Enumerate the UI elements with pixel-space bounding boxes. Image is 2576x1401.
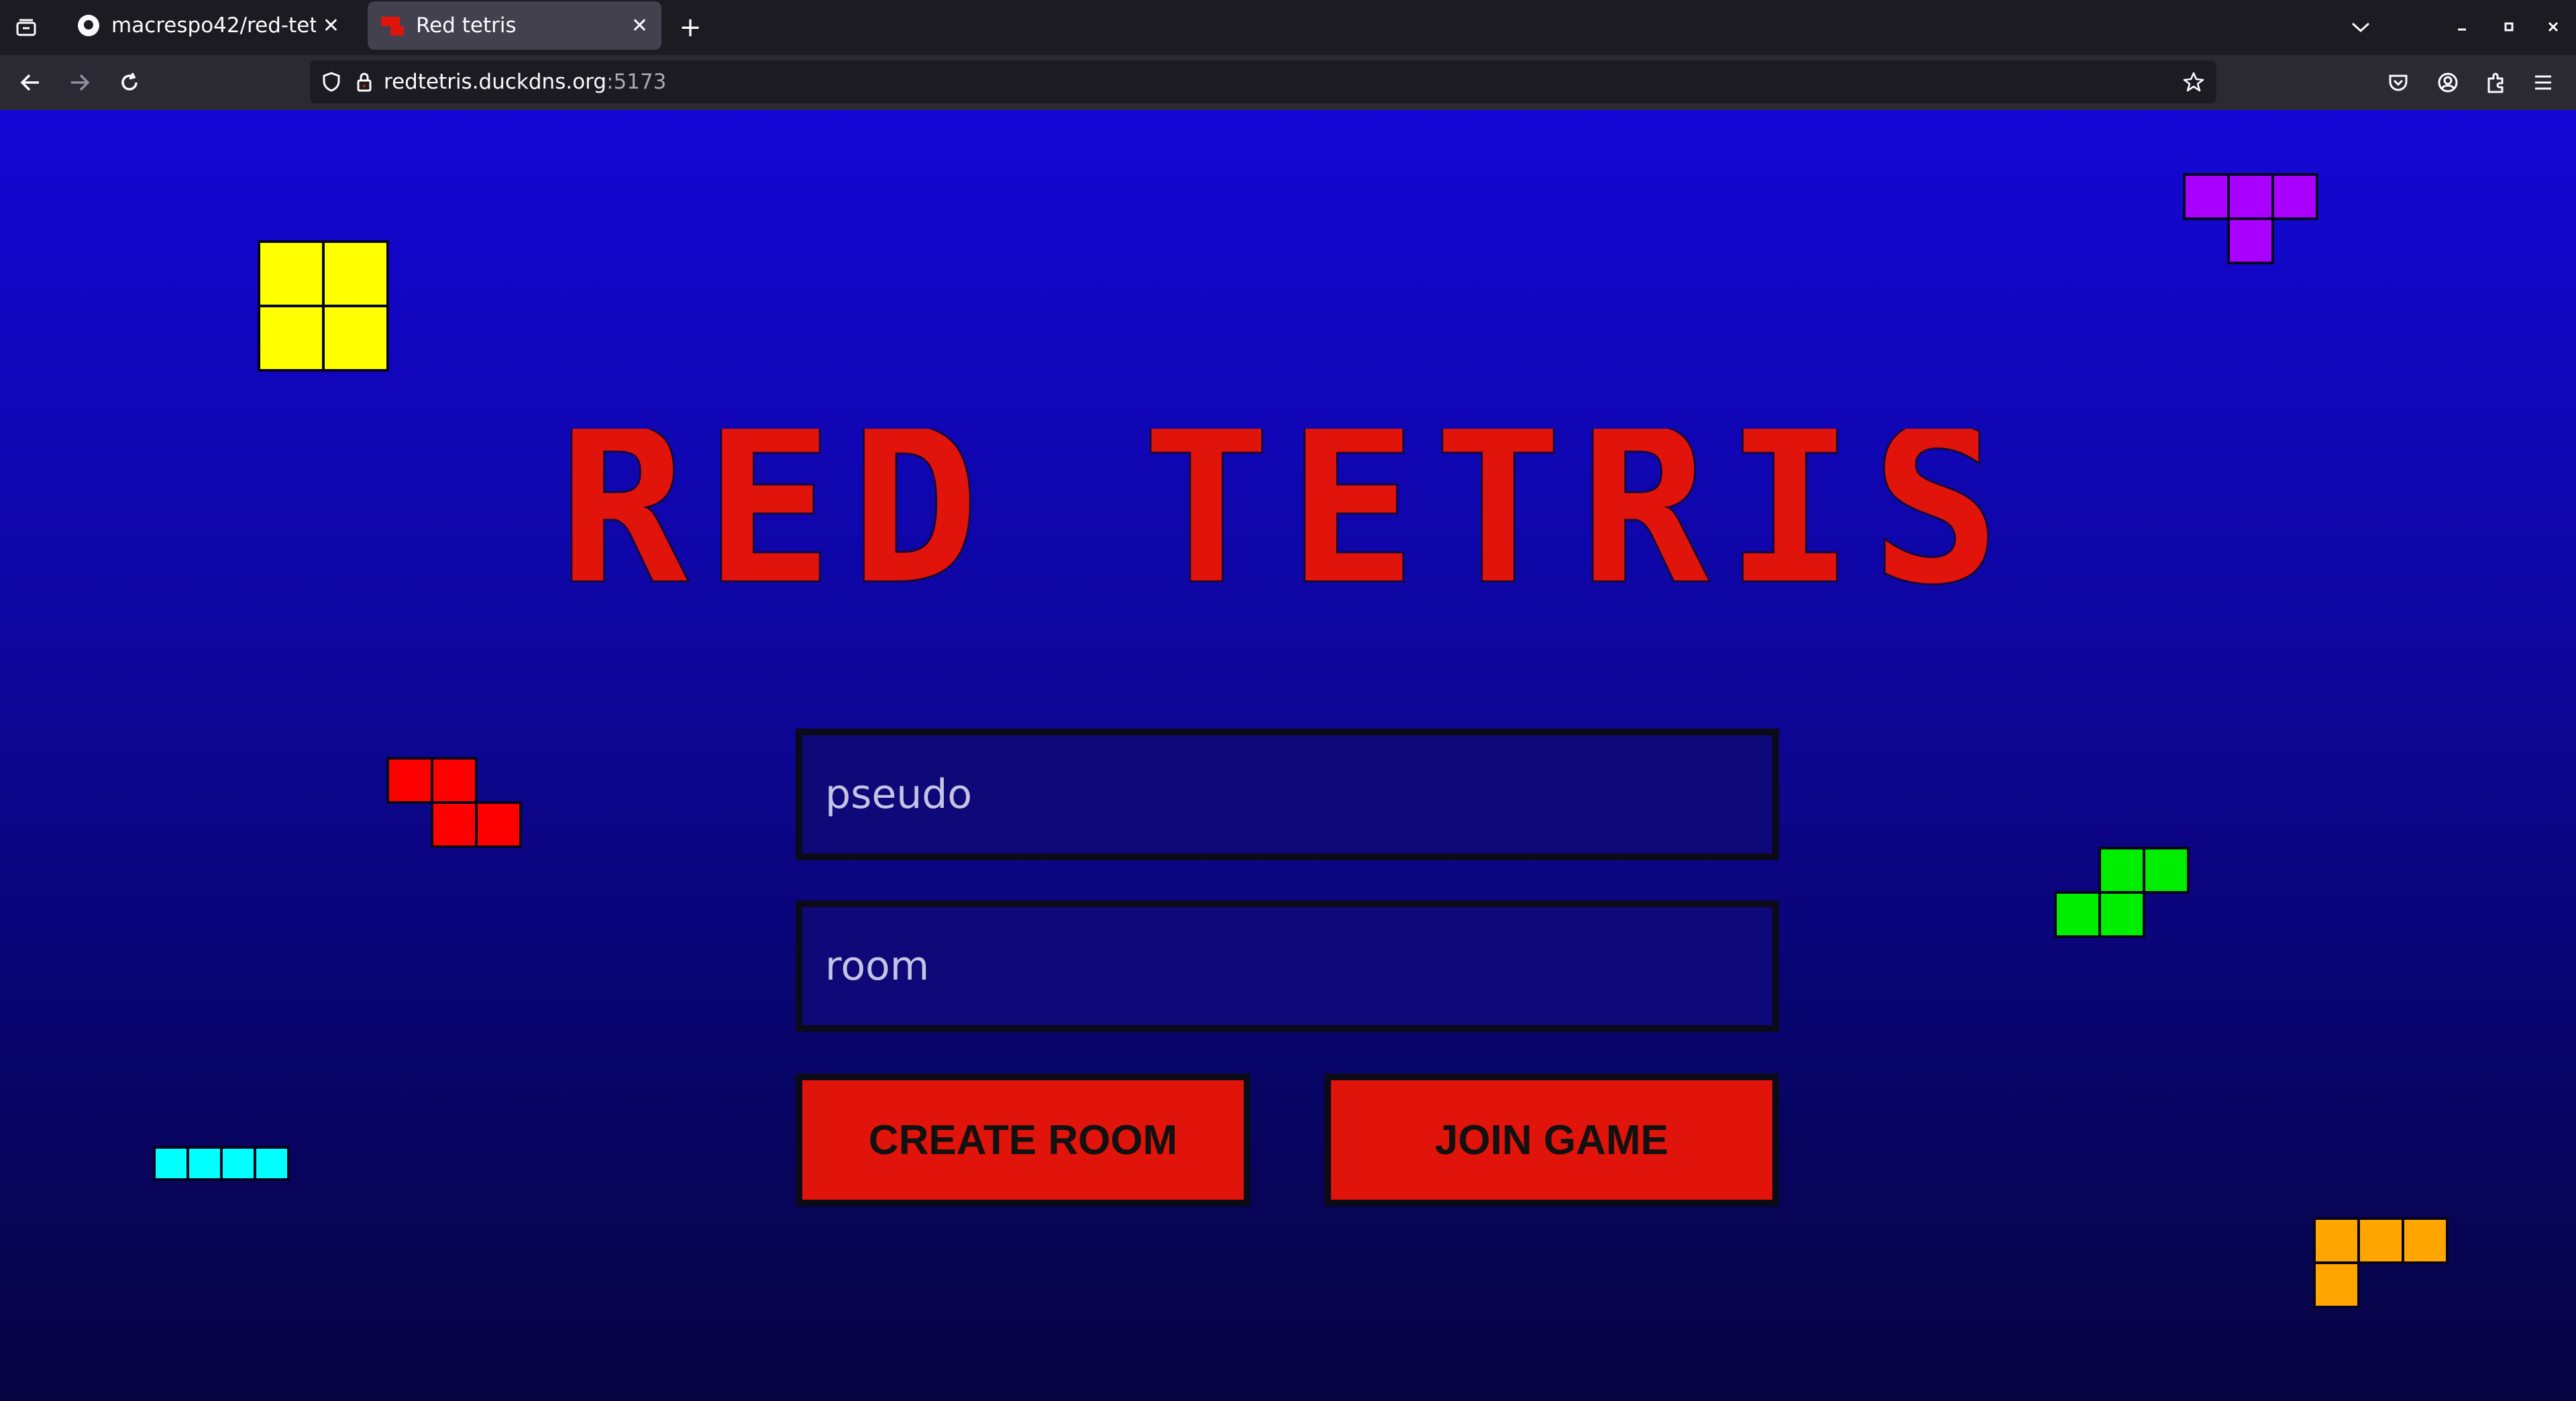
page-title-text: RED TETRIS <box>559 429 2018 603</box>
close-icon[interactable]: ✕ <box>631 14 648 38</box>
bookmark-star-icon[interactable] <box>2180 68 2207 95</box>
url-bar[interactable]: redtetris.duckdns.org:5173 <box>310 60 2216 103</box>
tab-list-icon[interactable] <box>12 13 40 42</box>
maximize-icon[interactable] <box>2494 12 2524 42</box>
tab-github[interactable]: macrespo42/red-tetris: T ✕ <box>64 1 353 50</box>
account-icon[interactable] <box>2432 67 2463 98</box>
room-input[interactable] <box>796 900 1779 1032</box>
tabs-dropdown-icon[interactable] <box>2345 12 2376 43</box>
forward-icon[interactable] <box>64 67 95 98</box>
tab-label: macrespo42/red-tetris: T <box>111 13 316 38</box>
tab-red-tetris[interactable]: Red tetris ✕ <box>368 1 661 50</box>
pocket-icon[interactable] <box>2383 67 2414 98</box>
tab-bar: macrespo42/red-tetris: T ✕ Red tetris ✕ … <box>0 0 2576 55</box>
menu-icon[interactable] <box>2528 67 2559 98</box>
red-tetris-favicon <box>381 14 404 37</box>
navigation-bar: redtetris.duckdns.org:5173 <box>0 55 2576 110</box>
page-content: RED TETRIS CREATE ROOM JOIN GAME <box>0 110 2576 1401</box>
shield-icon[interactable] <box>319 70 343 94</box>
url-host: redtetris.duckdns.org <box>384 70 607 94</box>
create-room-button[interactable]: CREATE ROOM <box>796 1074 1250 1206</box>
page-title: RED TETRIS <box>557 429 2018 603</box>
window-close-icon[interactable] <box>2538 12 2568 42</box>
github-icon <box>78 15 99 36</box>
close-icon[interactable]: ✕ <box>323 14 339 38</box>
reload-icon[interactable] <box>114 67 145 98</box>
join-game-button[interactable]: JOIN GAME <box>1324 1074 1779 1206</box>
pseudo-input[interactable] <box>796 729 1779 860</box>
extensions-icon[interactable] <box>2481 67 2512 98</box>
tab-label: Red tetris <box>416 13 517 38</box>
new-tab-icon[interactable]: + <box>675 12 706 43</box>
url-port: :5173 <box>606 70 667 94</box>
back-icon[interactable] <box>15 67 46 98</box>
minimize-icon[interactable] <box>2447 12 2477 42</box>
lock-icon[interactable] <box>353 70 376 94</box>
